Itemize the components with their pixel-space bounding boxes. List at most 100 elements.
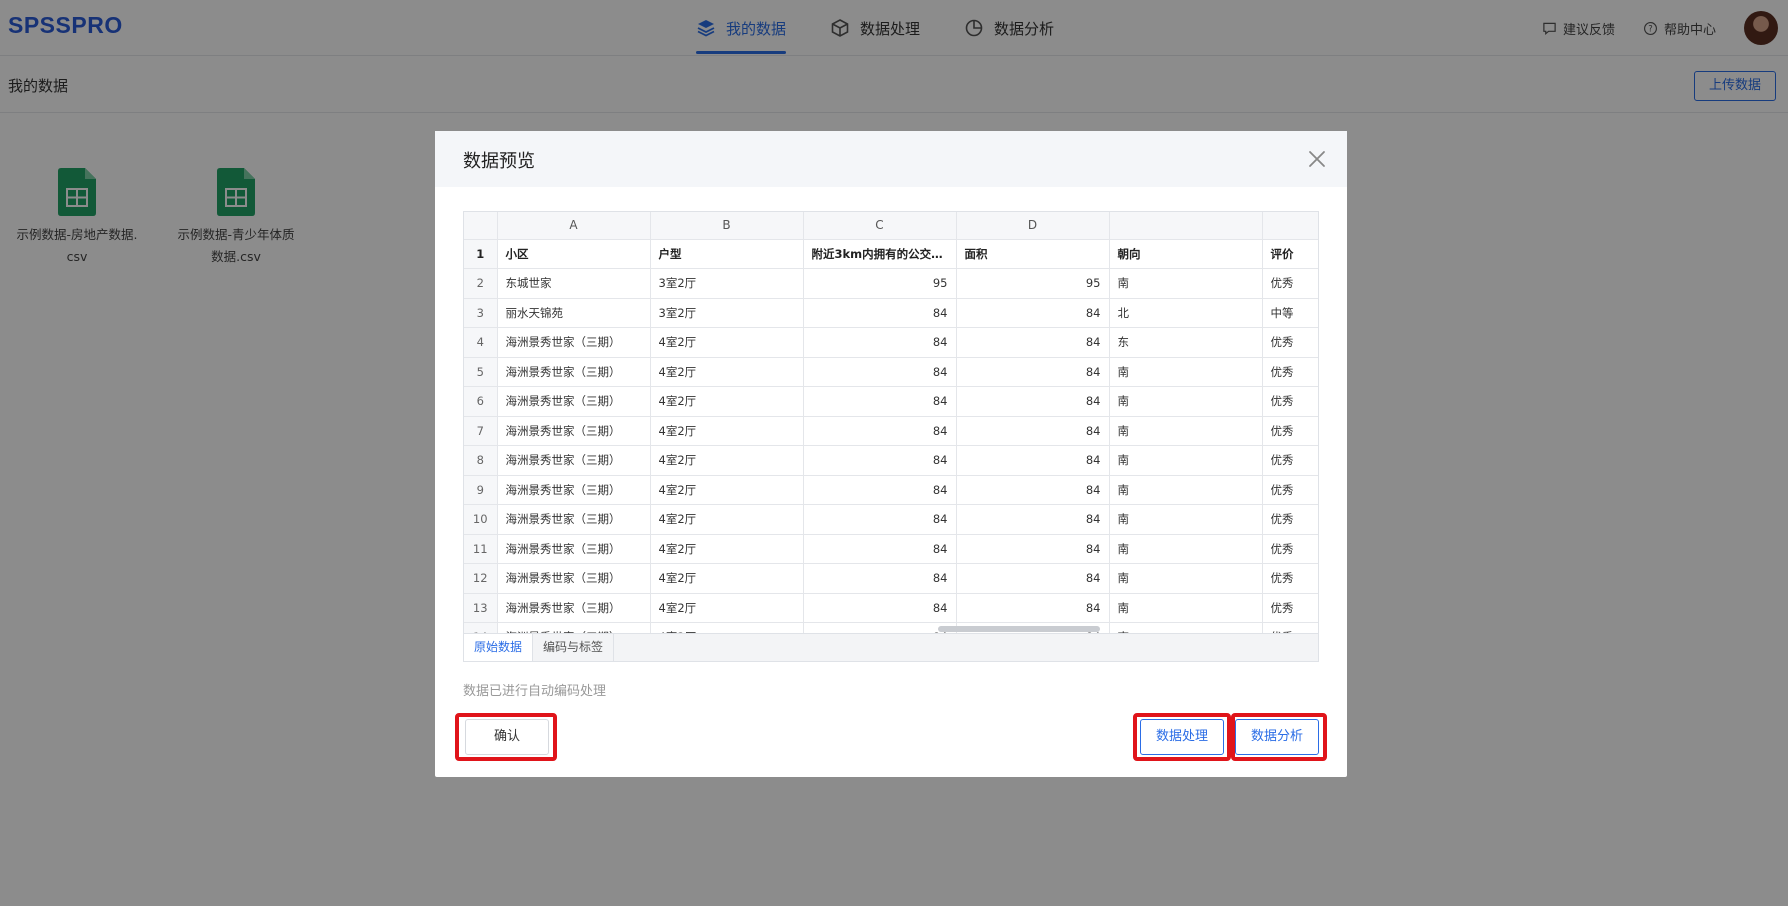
- table-cell[interactable]: 优秀: [1262, 563, 1318, 594]
- table-cell[interactable]: 3室2厅: [650, 298, 804, 328]
- column-header[interactable]: A: [497, 212, 651, 240]
- table-cell[interactable]: 丽水天锦苑: [497, 298, 651, 328]
- table-cell[interactable]: 95: [803, 268, 957, 299]
- table-cell[interactable]: 84: [803, 504, 957, 535]
- table-cell[interactable]: 84: [803, 622, 957, 633]
- field-name-cell[interactable]: 户型: [650, 239, 804, 269]
- field-name-cell[interactable]: 附近3km内拥有的公交站...: [803, 239, 957, 269]
- data-analysis-button[interactable]: 数据分析: [1235, 719, 1319, 755]
- table-cell[interactable]: 优秀: [1262, 386, 1318, 417]
- table-cell[interactable]: 优秀: [1262, 445, 1318, 476]
- sheet-tab-raw-data[interactable]: 原始数据: [464, 634, 534, 661]
- table-cell[interactable]: 84: [803, 563, 957, 594]
- column-header[interactable]: [1262, 212, 1318, 240]
- table-cell[interactable]: 3室2厅: [650, 268, 804, 299]
- table-cell[interactable]: 4室2厅: [650, 445, 804, 476]
- table-cell[interactable]: 84: [956, 475, 1110, 505]
- table-cell[interactable]: 南: [1109, 357, 1263, 387]
- table-cell[interactable]: 84: [956, 298, 1110, 328]
- table-cell[interactable]: 优秀: [1262, 622, 1318, 633]
- table-cell[interactable]: 南: [1109, 475, 1263, 505]
- table-cell[interactable]: 84: [956, 563, 1110, 594]
- table-cell[interactable]: 84: [803, 327, 957, 358]
- table-cell[interactable]: 4室2厅: [650, 475, 804, 505]
- table-row: 11 海洲景秀世家（三期） 4室2厅 84 84 南优秀: [464, 534, 1318, 564]
- table-cell[interactable]: 4室2厅: [650, 563, 804, 594]
- table-cell[interactable]: 南: [1109, 563, 1263, 594]
- table-cell[interactable]: 84: [803, 475, 957, 505]
- table-cell[interactable]: 95: [956, 268, 1110, 299]
- table-cell[interactable]: 84: [956, 416, 1110, 446]
- table-cell[interactable]: 海洲景秀世家（三期）: [497, 622, 651, 633]
- table-cell[interactable]: 84: [803, 386, 957, 417]
- table-cell[interactable]: 84: [956, 386, 1110, 417]
- table-row: 12 海洲景秀世家（三期） 4室2厅 84 84 南优秀: [464, 563, 1318, 594]
- table-cell[interactable]: 中等: [1262, 298, 1318, 328]
- table-cell[interactable]: 海洲景秀世家（三期）: [497, 416, 651, 446]
- field-name-cell[interactable]: 评价: [1262, 239, 1318, 269]
- field-name-cell[interactable]: 朝向: [1109, 239, 1263, 269]
- table-cell[interactable]: 优秀: [1262, 504, 1318, 535]
- table-cell[interactable]: 海洲景秀世家（三期）: [497, 386, 651, 417]
- table-cell[interactable]: 84: [956, 445, 1110, 476]
- table-cell[interactable]: 优秀: [1262, 534, 1318, 564]
- table-cell[interactable]: 海洲景秀世家（三期）: [497, 563, 651, 594]
- table-cell[interactable]: 优秀: [1262, 268, 1318, 299]
- table-cell[interactable]: 南: [1109, 504, 1263, 535]
- table-cell[interactable]: 南: [1109, 593, 1263, 623]
- data-preview-grid[interactable]: A B C D 1 小区 户型 附近3km内拥有的公交站... 面积 朝向 评价: [463, 211, 1319, 634]
- table-cell[interactable]: 84: [803, 593, 957, 623]
- table-cell[interactable]: 4室2厅: [650, 357, 804, 387]
- table-cell[interactable]: 4室2厅: [650, 327, 804, 358]
- table-cell[interactable]: 优秀: [1262, 327, 1318, 358]
- table-cell[interactable]: 优秀: [1262, 416, 1318, 446]
- table-cell[interactable]: 84: [956, 593, 1110, 623]
- table-cell[interactable]: 4室2厅: [650, 416, 804, 446]
- confirm-button[interactable]: 确认: [465, 719, 549, 755]
- table-cell[interactable]: 海洲景秀世家（三期）: [497, 504, 651, 535]
- row-number: 3: [464, 298, 498, 328]
- table-cell[interactable]: 优秀: [1262, 357, 1318, 387]
- table-cell[interactable]: 84: [803, 357, 957, 387]
- table-cell[interactable]: 海洲景秀世家（三期）: [497, 327, 651, 358]
- table-cell[interactable]: 84: [956, 504, 1110, 535]
- column-header[interactable]: [1109, 212, 1263, 240]
- table-cell[interactable]: 南: [1109, 445, 1263, 476]
- table-cell[interactable]: 84: [803, 416, 957, 446]
- table-cell[interactable]: 南: [1109, 534, 1263, 564]
- column-header[interactable]: C: [803, 212, 957, 240]
- table-cell[interactable]: 南: [1109, 386, 1263, 417]
- table-cell[interactable]: 84: [803, 534, 957, 564]
- table-cell[interactable]: 南: [1109, 268, 1263, 299]
- horizontal-scrollbar[interactable]: [938, 626, 1100, 632]
- table-cell[interactable]: 东: [1109, 327, 1263, 358]
- table-cell[interactable]: 优秀: [1262, 593, 1318, 623]
- table-cell[interactable]: 4室2厅: [650, 593, 804, 623]
- field-name-cell[interactable]: 小区: [497, 239, 651, 269]
- column-header[interactable]: D: [956, 212, 1110, 240]
- sheet-tab-encoding-labels[interactable]: 编码与标签: [533, 634, 615, 661]
- table-cell[interactable]: 海洲景秀世家（三期）: [497, 475, 651, 505]
- table-cell[interactable]: 84: [956, 534, 1110, 564]
- table-cell[interactable]: 海洲景秀世家（三期）: [497, 593, 651, 623]
- table-cell[interactable]: 4室2厅: [650, 386, 804, 417]
- field-name-cell[interactable]: 面积: [956, 239, 1110, 269]
- table-cell[interactable]: 海洲景秀世家（三期）: [497, 534, 651, 564]
- table-cell[interactable]: 84: [956, 357, 1110, 387]
- table-cell[interactable]: 东城世家: [497, 268, 651, 299]
- modal-close-button[interactable]: [1301, 143, 1333, 175]
- table-cell[interactable]: 海洲景秀世家（三期）: [497, 445, 651, 476]
- table-cell[interactable]: 南: [1109, 416, 1263, 446]
- data-processing-button[interactable]: 数据处理: [1140, 719, 1224, 755]
- table-cell[interactable]: 84: [803, 445, 957, 476]
- column-header[interactable]: B: [650, 212, 804, 240]
- table-cell[interactable]: 优秀: [1262, 475, 1318, 505]
- table-cell[interactable]: 4室2厅: [650, 622, 804, 633]
- table-cell[interactable]: 84: [956, 327, 1110, 358]
- table-cell[interactable]: 海洲景秀世家（三期）: [497, 357, 651, 387]
- table-cell[interactable]: 4室2厅: [650, 504, 804, 535]
- table-cell[interactable]: 4室2厅: [650, 534, 804, 564]
- table-cell[interactable]: 北: [1109, 298, 1263, 328]
- table-cell[interactable]: 84: [803, 298, 957, 328]
- table-cell[interactable]: 南: [1109, 622, 1263, 633]
